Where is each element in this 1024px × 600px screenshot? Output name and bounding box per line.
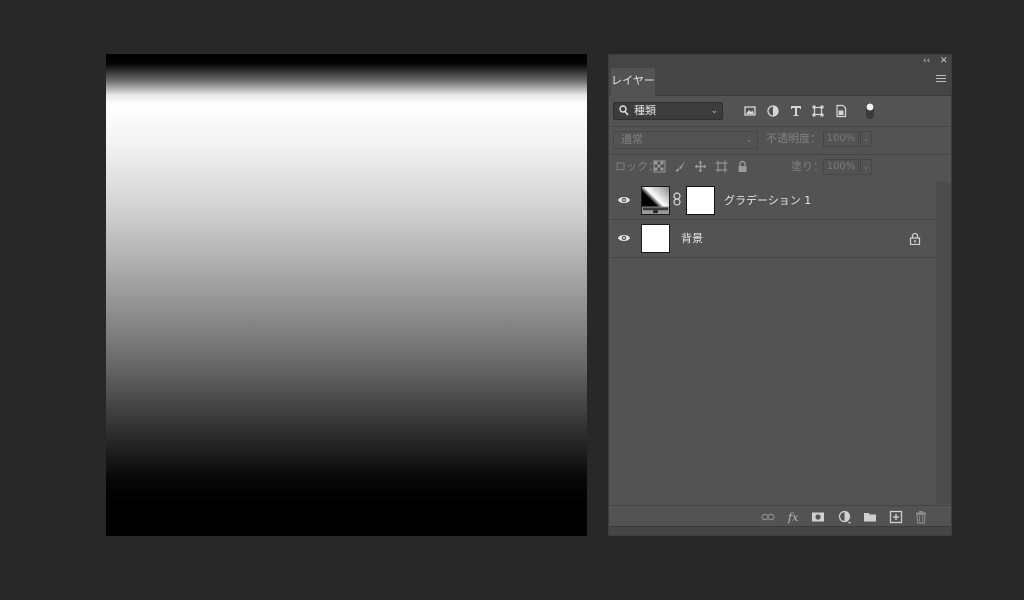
- lock-icon: [909, 232, 921, 245]
- pixel-layer-filter-icon[interactable]: [743, 104, 757, 118]
- eye-icon[interactable]: [617, 195, 631, 205]
- layer-row-background[interactable]: 背景: [609, 220, 936, 258]
- layer-list: グラデーション 1 背景: [609, 182, 936, 504]
- brush-icon[interactable]: [674, 160, 687, 173]
- chevron-down-icon: ⌄: [710, 106, 718, 116]
- search-icon: [619, 105, 629, 116]
- filter-row: 種類 ⌄: [609, 96, 951, 127]
- lock-transparency-icon[interactable]: [653, 160, 666, 173]
- filter-kind-dropdown[interactable]: 種類 ⌄: [613, 102, 723, 120]
- smart-object-filter-icon[interactable]: [834, 104, 848, 118]
- layer-list-scrollbar[interactable]: [936, 182, 951, 504]
- eye-icon[interactable]: [617, 233, 631, 243]
- layer-row-gradient[interactable]: グラデーション 1: [609, 182, 936, 220]
- tab-layers[interactable]: レイヤー: [611, 68, 655, 96]
- layers-panel: ‹‹ ✕ レイヤー 種類 ⌄ 通常 ⌄ 不透明度： 100% ⌄ ロック： 塗り…: [608, 54, 952, 536]
- panel-menu-icon[interactable]: [936, 75, 946, 84]
- layer-mask-thumbnail[interactable]: [686, 186, 715, 215]
- background-thumbnail: [641, 224, 670, 253]
- adjustment-layer-filter-icon[interactable]: [766, 104, 780, 118]
- blend-mode-label: 通常: [621, 133, 643, 146]
- shape-layer-filter-icon[interactable]: [811, 104, 825, 118]
- chevron-down-icon[interactable]: ⌄: [860, 131, 872, 147]
- gradient-thumbnail: [641, 186, 670, 215]
- fx-icon[interactable]: fx: [787, 510, 801, 524]
- add-mask-icon[interactable]: [811, 510, 825, 524]
- lock-row: ロック： 塗り： 100% ⌄: [609, 154, 951, 181]
- panel-bottom-toolbar: fx: [609, 505, 951, 528]
- blend-mode-dropdown[interactable]: 通常 ⌄: [613, 131, 758, 149]
- group-folder-icon[interactable]: [863, 510, 877, 524]
- lock-all-icon[interactable]: [736, 160, 749, 173]
- artboard-icon[interactable]: [715, 160, 728, 173]
- fill-input[interactable]: 100%: [823, 159, 859, 175]
- chevron-down-icon: ⌄: [745, 135, 753, 145]
- move-icon[interactable]: [694, 160, 707, 173]
- fill-label: 塗り：: [791, 160, 824, 173]
- document-canvas[interactable]: [106, 54, 587, 536]
- opacity-input[interactable]: 100%: [823, 131, 859, 147]
- type-layer-filter-icon[interactable]: [789, 104, 803, 118]
- panel-tab-row: レイヤー: [609, 68, 951, 96]
- trash-icon[interactable]: [914, 510, 928, 524]
- collapse-panel-button[interactable]: ‹‹: [923, 55, 930, 68]
- link-layers-icon[interactable]: [761, 510, 775, 524]
- svg-text:fx: fx: [787, 511, 799, 524]
- panel-resize-strip[interactable]: [609, 526, 951, 535]
- new-layer-icon[interactable]: [889, 510, 903, 524]
- filter-kind-label: 種類: [634, 104, 656, 117]
- filter-toggle-icon[interactable]: [865, 102, 875, 120]
- layer-name: グラデーション 1: [724, 194, 812, 207]
- close-panel-button[interactable]: ✕: [940, 55, 948, 68]
- layer-name: 背景: [681, 232, 703, 245]
- adjustment-layer-icon[interactable]: [838, 510, 852, 524]
- panel-title-bar: ‹‹ ✕: [609, 55, 951, 68]
- opacity-label: 不透明度：: [766, 132, 821, 145]
- blend-row: 通常 ⌄ 不透明度： 100% ⌄: [609, 126, 951, 155]
- chevron-down-icon[interactable]: ⌄: [860, 159, 872, 175]
- chain-link-icon[interactable]: [673, 192, 681, 206]
